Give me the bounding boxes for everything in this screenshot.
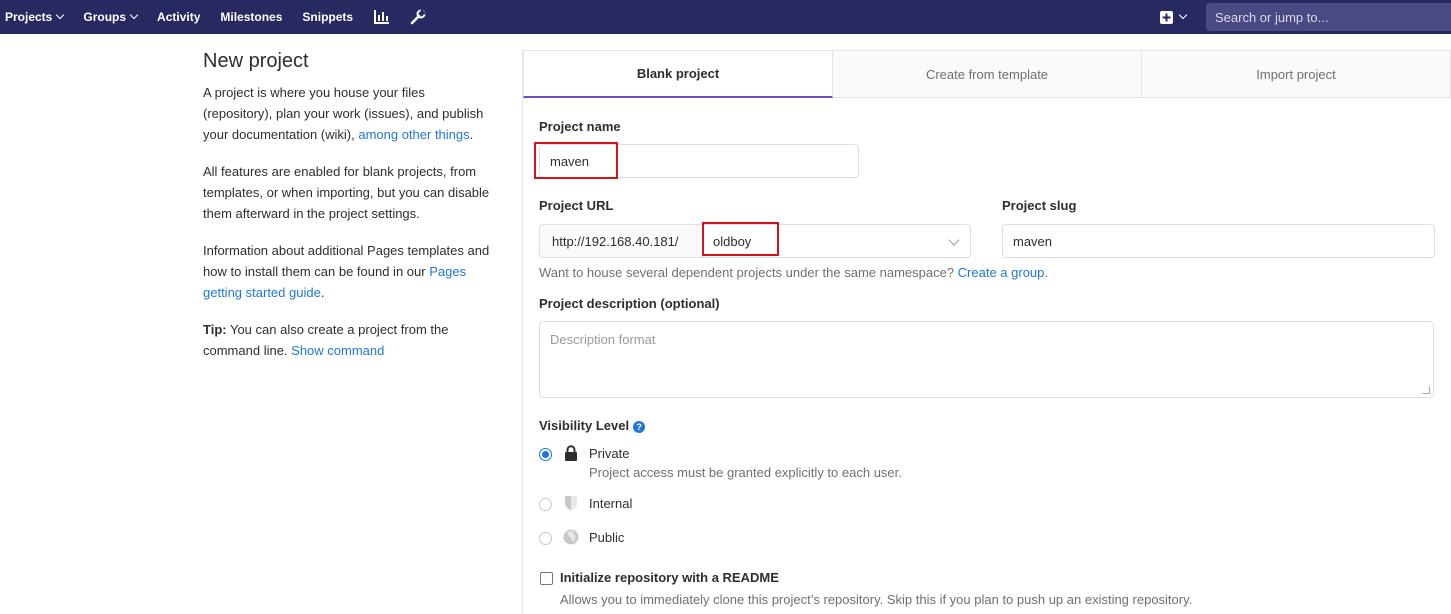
nav-groups-label: Groups: [83, 10, 127, 24]
show-command-link[interactable]: Show command: [291, 343, 384, 358]
wrench-icon[interactable]: [410, 9, 426, 25]
readme-checkbox[interactable]: [540, 572, 553, 585]
visibility-private-label: Private: [589, 446, 630, 461]
tab-create-from-template[interactable]: Create from template: [833, 50, 1142, 98]
search-input[interactable]: Search or jump to...: [1206, 3, 1451, 31]
nav-right: Search or jump to...: [1160, 0, 1451, 34]
plus-square-icon: [1160, 10, 1173, 24]
nav-links: Projects Groups Activity Milestones Snip…: [0, 0, 446, 34]
among-other-things-link[interactable]: among other things: [358, 127, 469, 142]
chevron-down-icon: [129, 10, 139, 20]
tip-paragraph: Tip: You can also create a project from …: [203, 319, 493, 361]
visibility-label-text: Visibility Level: [539, 418, 630, 433]
nav-groups-dropdown[interactable]: Groups: [83, 10, 139, 24]
new-dropdown-button[interactable]: [1160, 10, 1188, 24]
tip-label: Tip:: [203, 322, 227, 337]
question-circle-icon[interactable]: ?: [633, 420, 646, 433]
tab-blank-project[interactable]: Blank project: [523, 50, 833, 98]
description-textarea[interactable]: Description format: [539, 321, 1434, 398]
nav-projects-dropdown[interactable]: Projects: [5, 10, 65, 24]
readme-help: Allows you to immediately clone this pro…: [560, 592, 1193, 607]
project-url-label: Project URL: [539, 198, 614, 213]
nav-activity-label: Activity: [157, 10, 201, 24]
page-title: New project: [203, 50, 309, 72]
visibility-internal-radio[interactable]: [539, 498, 552, 511]
visibility-public-radio[interactable]: [539, 532, 552, 545]
features-paragraph: All features are enabled for blank proje…: [203, 164, 490, 221]
nav-snippets-label: Snippets: [302, 10, 354, 24]
url-prefix-text: http://192.168.40.181/: [552, 233, 679, 249]
visibility-private-description: Project access must be granted explicitl…: [589, 465, 902, 480]
project-name-input[interactable]: maven: [539, 144, 859, 178]
shield-icon: [563, 495, 579, 511]
visibility-private-radio[interactable]: [539, 448, 552, 461]
readme-label: Initialize repository with a README: [560, 570, 779, 585]
chart-icon[interactable]: [373, 9, 390, 25]
project-slug-label: Project slug: [1002, 198, 1077, 213]
description-placeholder: Description format: [550, 332, 656, 347]
nav-milestones-link[interactable]: Milestones: [220, 10, 282, 24]
chevron-down-icon: [1178, 10, 1188, 20]
create-group-link[interactable]: Create a group.: [958, 265, 1048, 280]
namespace-value: oldboy: [713, 233, 752, 249]
namespace-help: Want to house several dependent projects…: [539, 265, 1048, 280]
namespace-select[interactable]: oldboy: [702, 224, 971, 258]
nav-projects-label: Projects: [5, 10, 53, 24]
url-prefix: http://192.168.40.181/: [539, 224, 703, 258]
new-project-panel: Blank project Create from template Impor…: [522, 50, 1451, 614]
intro-end: .: [469, 127, 474, 142]
description-label: Project description (optional): [539, 296, 720, 311]
resize-grip-icon[interactable]: [1422, 386, 1430, 394]
pages-end: .: [320, 285, 325, 300]
namespace-help-text: Want to house several dependent projects…: [539, 265, 958, 280]
project-slug-value: maven: [1013, 233, 1053, 249]
project-tabs: Blank project Create from template Impor…: [523, 50, 1451, 98]
visibility-public-label: Public: [589, 530, 625, 545]
tab-import-project[interactable]: Import project: [1142, 50, 1451, 98]
intro-paragraph: A project is where you house your files …: [203, 82, 493, 145]
globe-icon: [563, 529, 579, 545]
lock-icon: [563, 445, 579, 461]
nav-milestones-label: Milestones: [220, 10, 283, 24]
project-name-label: Project name: [539, 119, 621, 134]
chevron-down-icon: [56, 10, 65, 20]
nav-snippets-link[interactable]: Snippets: [302, 10, 353, 24]
project-slug-input[interactable]: maven: [1002, 224, 1435, 258]
pages-paragraph: Information about additional Pages templ…: [203, 240, 493, 303]
visibility-label: Visibility Level?: [539, 418, 646, 433]
sidebar-info: New project A project is where you house…: [203, 50, 493, 377]
search-placeholder: Search or jump to...: [1215, 9, 1329, 25]
top-navbar: Projects Groups Activity Milestones Snip…: [0, 0, 1451, 34]
project-name-value: maven: [550, 153, 590, 169]
visibility-internal-label: Internal: [589, 496, 633, 511]
nav-activity-link[interactable]: Activity: [157, 10, 200, 24]
